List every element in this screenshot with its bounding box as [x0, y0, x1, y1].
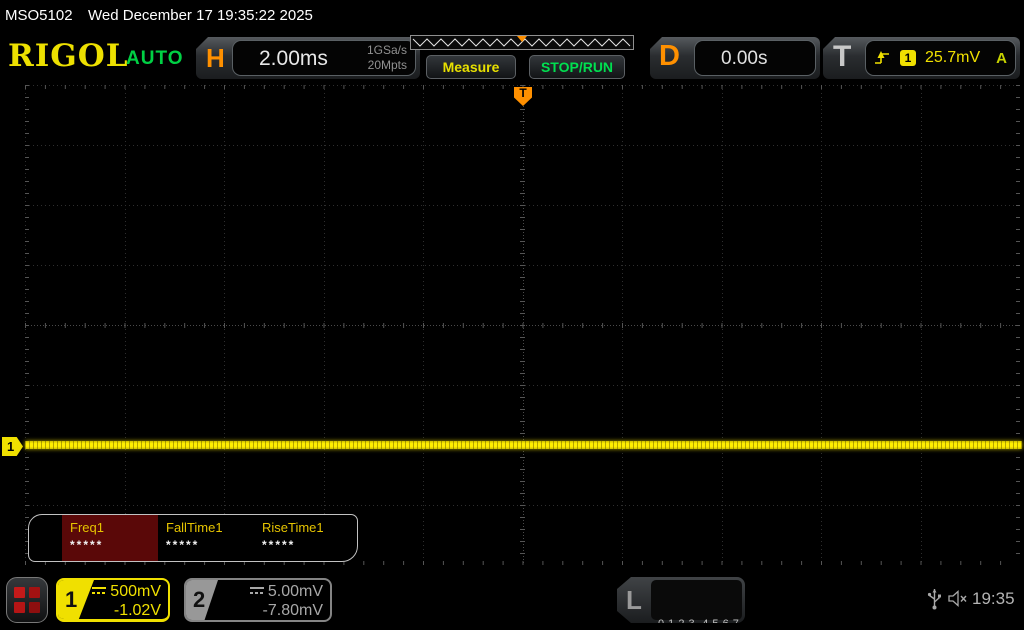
channel2-number: 2: [193, 587, 206, 612]
measurement-results-box: Freq1 ***** FallTime1 ***** RiseTime1 **…: [28, 514, 358, 562]
dc-coupling-icon: [249, 586, 264, 596]
measurement-cells: Freq1 ***** FallTime1 ***** RiseTime1 **…: [62, 515, 350, 561]
horizontal-pill: 2.00ms 1GSa/s 20Mpts: [232, 40, 416, 76]
measurement-name: RiseTime1: [262, 520, 324, 535]
rigol-logo: RIGOL: [8, 38, 129, 74]
measurement-value: *****: [70, 538, 104, 552]
measurement-item-risetime1[interactable]: RiseTime1 *****: [254, 515, 350, 561]
memory-depth: 20Mpts: [367, 58, 407, 72]
horizontal-label: H: [206, 43, 225, 73]
sample-rate-info: 1GSa/s 20Mpts: [367, 43, 407, 73]
title-bar: MSO5102 Wed December 17 19:35:22 2025: [0, 0, 1024, 30]
delay-label: D: [659, 40, 680, 72]
rising-edge-icon: [875, 51, 889, 64]
logic-channel-list: 0 1 2 3 4 5 6 7 8 9 10 11 12 13 14 15: [651, 580, 742, 620]
measurement-name: FallTime1: [166, 520, 223, 535]
channel1-scale: 500mV: [110, 583, 161, 600]
trigger-mode-indicator: A: [996, 49, 1007, 67]
delay-value: 0.00s: [721, 48, 768, 69]
oscilloscope-screen: MSO5102 Wed December 17 19:35:22 2025 RI…: [0, 0, 1024, 630]
logic-channels-button[interactable]: L 0 1 2 3 4 5 6 7 8 9 10 11 12 13 14 15: [617, 577, 745, 623]
logic-label: L: [626, 585, 642, 615]
channel1-level-marker[interactable]: 1: [2, 437, 23, 456]
trigger-source-badge: 1: [900, 50, 916, 66]
channel2-scale: 5.00mV: [267, 583, 323, 600]
measurement-value: *****: [166, 538, 200, 552]
model-name: MSO5102: [5, 7, 73, 24]
measurement-item-freq1[interactable]: Freq1 *****: [62, 515, 158, 561]
channel2-values: 5.00mV -7.80mV: [249, 582, 323, 620]
channel1-number: 1: [65, 587, 78, 612]
channel1-offset: -1.02V: [113, 602, 161, 619]
measurement-name: Freq1: [70, 520, 104, 535]
channel2-offset: -7.80mV: [262, 602, 323, 619]
trigger-level-value: 25.7mV: [925, 49, 981, 66]
graticule-grid: [25, 85, 1021, 566]
waveform-preview-strip[interactable]: [410, 35, 634, 50]
grid-menu-icon: [14, 587, 40, 613]
usb-icon: [927, 589, 941, 610]
channel2-button[interactable]: 2 5.00mV -7.80mV: [184, 578, 332, 622]
waveform-display-area[interactable]: T: [25, 85, 1021, 566]
acquisition-mode-badge: AUTO: [126, 48, 184, 69]
trigger-panel[interactable]: T 1 25.7mV A: [823, 37, 1020, 79]
datetime-text: Wed December 17 19:35:22 2025: [88, 7, 313, 24]
timebase-value: 2.00ms: [259, 47, 328, 70]
delay-panel[interactable]: D 0.00s: [650, 37, 820, 79]
channel1-trace: [25, 441, 1022, 449]
sample-rate: 1GSa/s: [366, 43, 407, 57]
function-menu-button[interactable]: [6, 577, 48, 623]
horizontal-panel[interactable]: H 2.00ms 1GSa/s 20Mpts: [196, 37, 420, 79]
measurement-value: *****: [262, 538, 296, 552]
preview-trigger-marker-icon: [517, 36, 527, 42]
measure-button[interactable]: Measure: [426, 55, 516, 79]
channel1-button[interactable]: 1 500mV -1.02V: [56, 578, 170, 622]
speaker-muted-icon[interactable]: [948, 590, 969, 607]
delay-pill: 0.00s: [694, 40, 816, 76]
logic-row1: 0 1 2 3 4 5 6 7: [658, 618, 740, 630]
clock-text: 19:35: [972, 589, 1015, 608]
stop-run-button[interactable]: STOP/RUN: [529, 55, 625, 79]
trigger-pill: 1 25.7mV A: [865, 40, 1016, 76]
trigger-label: T: [833, 40, 852, 73]
channel1-values: 500mV -1.02V: [92, 582, 161, 619]
measurement-item-falltime1[interactable]: FallTime1 *****: [158, 515, 254, 561]
dc-coupling-icon: [92, 586, 107, 596]
